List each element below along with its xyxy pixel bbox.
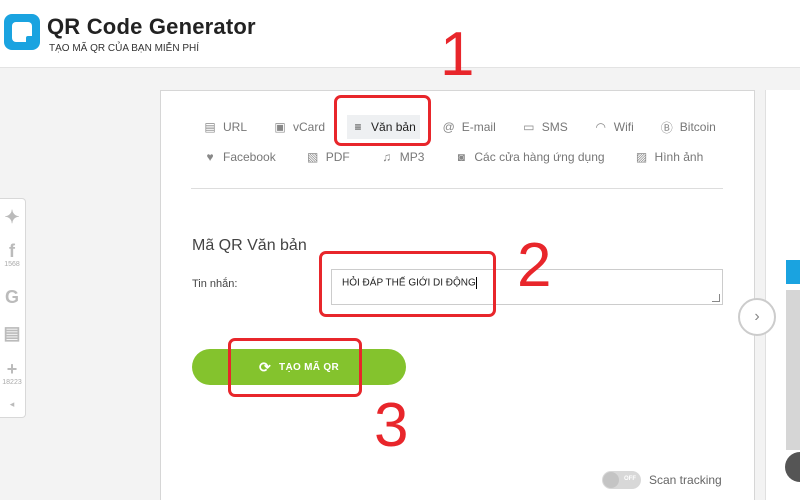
site-header: QR Code Generator TẠO MÃ QR CỦA BẠN MIỄN… <box>0 0 800 68</box>
twitter-share-button[interactable]: ✦ <box>0 207 24 227</box>
tabs-divider <box>191 188 723 189</box>
qr-logo-icon[interactable] <box>4 14 40 50</box>
annotation-number-3: 3 <box>374 391 409 460</box>
print-button[interactable]: ▤ <box>0 323 24 343</box>
wifi-icon: ◠ <box>595 120 607 134</box>
music-icon: ♫ <box>382 150 392 164</box>
image-icon: ▨ <box>635 150 648 164</box>
type-tabs-row-1: ▤ URL ▣ vCard ≡ Văn bản @ E-mail ▭ SMS ◠… <box>199 115 720 139</box>
tab-images[interactable]: ▨ Hình ảnh <box>631 145 708 169</box>
annotation-box-2 <box>319 251 496 317</box>
bitcoin-icon: Ⓑ <box>660 120 673 135</box>
facebook-share-button[interactable]: f 1568 <box>0 241 24 269</box>
scan-tracking: OFF Scan tracking <box>602 471 722 489</box>
thumbs-up-icon: ♥ <box>206 150 214 164</box>
annotation-number-2: 2 <box>517 231 552 300</box>
next-step-button[interactable]: › <box>738 298 776 336</box>
app-store-icon: ◙ <box>457 150 466 164</box>
facebook-icon: f <box>9 241 15 261</box>
right-preview-bar <box>786 290 800 450</box>
message-label: Tin nhắn: <box>192 278 238 290</box>
tab-pdf[interactable]: ▧ PDF <box>302 145 354 169</box>
at-icon: @ <box>442 120 455 134</box>
tab-bitcoin[interactable]: Ⓑ Bitcoin <box>656 115 720 139</box>
more-share-count: 18223 <box>2 379 22 386</box>
collapse-arrow-icon[interactable]: ◂ <box>0 399 24 410</box>
tab-url[interactable]: ▤ URL <box>199 115 251 139</box>
annotation-box-1 <box>334 95 431 146</box>
tab-app-stores[interactable]: ◙ Các cửa hàng ứng dụng <box>450 145 608 169</box>
tab-vcard[interactable]: ▣ vCard <box>269 115 329 139</box>
tab-email[interactable]: @ E-mail <box>438 115 500 139</box>
vcard-icon: ▣ <box>274 120 286 134</box>
tab-wifi[interactable]: ◠ Wifi <box>590 115 638 139</box>
tab-sms[interactable]: ▭ SMS <box>518 115 572 139</box>
twitter-icon: ✦ <box>4 207 20 227</box>
sms-icon: ▭ <box>523 120 535 134</box>
site-subtitle: TẠO MÃ QR CỦA BẠN MIỄN PHÍ <box>49 43 200 54</box>
more-share-button[interactable]: + 18223 <box>0 359 24 387</box>
url-doc-icon: ▤ <box>204 120 216 134</box>
annotation-number-1: 1 <box>440 20 475 89</box>
plus-icon: + <box>6 359 18 379</box>
tab-facebook[interactable]: ♥ Facebook <box>199 145 280 169</box>
pdf-icon: ▧ <box>307 150 319 164</box>
scan-tracking-label: Scan tracking <box>649 473 722 487</box>
type-tabs-row-2: ♥ Facebook ▧ PDF ♫ MP3 ◙ Các cửa hàng ứn… <box>199 145 707 169</box>
facebook-share-count: 1568 <box>4 261 20 268</box>
google-share-button[interactable]: G <box>0 287 24 307</box>
tab-mp3[interactable]: ♫ MP3 <box>376 145 429 169</box>
resize-handle-icon[interactable] <box>712 294 720 302</box>
toggle-state: OFF <box>624 476 636 482</box>
toggle-knob <box>603 472 619 488</box>
right-accent <box>786 260 800 284</box>
annotation-box-3 <box>228 338 362 397</box>
print-icon: ▤ <box>3 323 21 343</box>
chevron-right-icon: › <box>754 308 760 325</box>
section-title: Mã QR Văn bản <box>192 237 307 254</box>
google-icon: G <box>4 287 19 307</box>
social-share-bar: ✦ f 1568 G ▤ + 18223 ◂ <box>0 198 26 418</box>
site-title[interactable]: QR Code Generator <box>47 14 256 40</box>
scan-tracking-toggle[interactable]: OFF <box>602 471 641 489</box>
